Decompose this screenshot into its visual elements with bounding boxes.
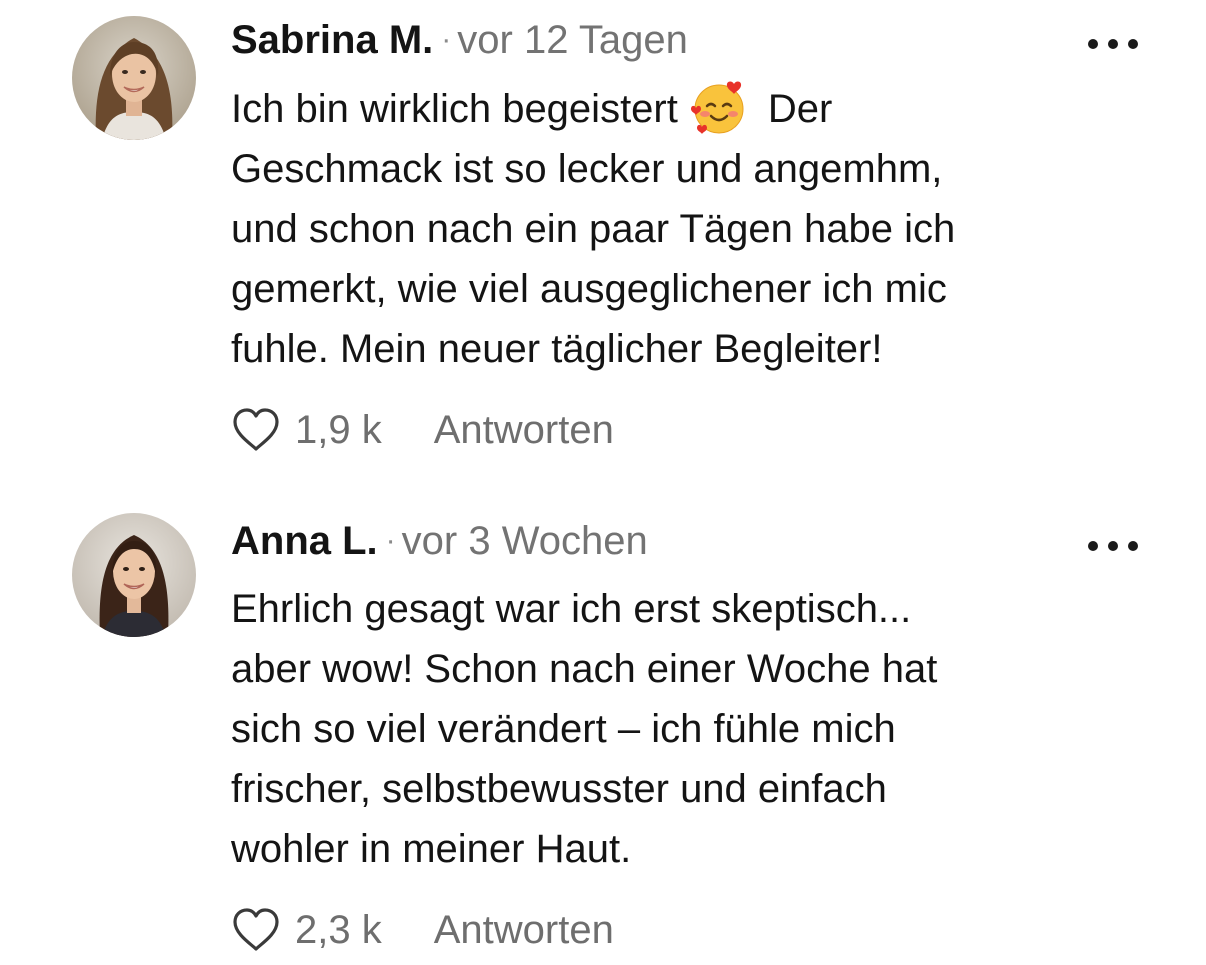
smiling-face-with-hearts-icon [690,78,748,136]
comment-line-text: Der [767,87,833,131]
comment-line: fuhle. Mein neuer täglicher Begleiter! [231,327,883,371]
comment-line: aber wow! Schon nach einer Woche hat [231,647,938,691]
comment-line: Ich bin wirklich begeistert Der [231,78,1111,139]
more-dot [1108,541,1118,551]
comment-line: gemerkt, wie viel ausgeglichener ich mic [231,267,947,311]
heart-outline-icon[interactable] [231,407,281,453]
comment-actions: 2,3 k Antworten [231,906,614,954]
comment-item: Anna L. · vor 3 Wochen Ehrlich gesagt war … [0,500,1206,965]
separator-dot: · [441,23,452,56]
like-count: 1,9 k [295,407,382,452]
comment-item: Sabrina M. · vor 12 Tagen Ich bin wirklich… [0,0,1206,500]
comment-line: Ehrlich gesagt war ich erst skeptisch... [231,587,912,631]
avatar[interactable] [72,16,196,140]
author-name[interactable]: Sabrina M. [231,18,433,62]
reply-button[interactable]: Antworten [434,908,614,953]
woman-portrait-avatar-icon [72,16,196,140]
more-dot [1128,39,1138,49]
more-dot [1128,541,1138,551]
more-dot [1108,39,1118,49]
comment-line: Geschmack ist so lecker und angemhm, [231,147,943,191]
comment-line: frischer, selbstbewusster und einfach [231,767,887,811]
comment-timestamp: vor 12 Tagen [457,18,688,62]
more-horizontal-icon [1088,541,1098,551]
comment-line: sich so viel verändert – ich fühle mich [231,707,896,751]
comment-line: und schon nach ein paar Tägen habe ich [231,207,956,251]
comment-timestamp: vor 3 Wochen [401,519,648,563]
comment-line-text: Ich bin wirklich begeistert [231,87,678,131]
separator-dot: · [385,524,396,557]
author-name[interactable]: Anna L. [231,519,378,563]
avatar[interactable] [72,513,196,637]
like-count: 2,3 k [295,907,382,952]
comment-header: Sabrina M. · vor 12 Tagen [231,14,688,66]
heart-outline-icon[interactable] [231,907,281,953]
woman-portrait-avatar-icon [72,513,196,637]
comment-text: Ehrlich gesagt war ich erst skeptisch...… [231,579,1111,879]
comment-line: wohler in meiner Haut. [231,827,632,871]
comment-header: Anna L. · vor 3 Wochen [231,515,648,567]
more-options-button[interactable] [1088,29,1138,59]
more-horizontal-icon [1088,39,1098,49]
comment-text: Ich bin wirklich begeistert Der Geschmac… [231,78,1111,379]
more-options-button[interactable] [1088,531,1138,561]
comment-actions: 1,9 k Antworten [231,406,614,454]
reply-button[interactable]: Antworten [434,408,614,453]
